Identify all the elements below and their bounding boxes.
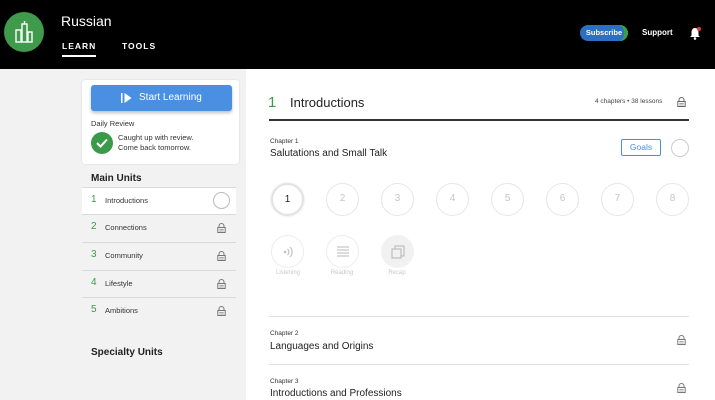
header-divider (269, 119, 689, 121)
lock-icon (217, 223, 226, 233)
nav-learn-tab[interactable]: LEARN (62, 41, 97, 57)
nav-tools-tab[interactable]: TOOLS (122, 41, 156, 51)
unit-number: 2 (91, 221, 97, 232)
unit-number: 5 (91, 304, 97, 315)
reading-activity-button[interactable] (326, 235, 359, 268)
lesson-button[interactable]: 6 (546, 183, 579, 216)
unit-number-large: 1 (268, 94, 277, 111)
review-status-text: Caught up with review. (118, 133, 194, 142)
recap-activity-button[interactable] (381, 235, 414, 268)
unit-label: Lifestyle (105, 279, 133, 288)
lesson-button[interactable]: 1 (271, 183, 304, 216)
unit-label: Ambitions (105, 306, 138, 315)
specialty-units-heading: Specialty Units (91, 347, 163, 358)
lock-icon (677, 335, 686, 345)
unit-item-connections[interactable]: 2 Connections (82, 214, 236, 241)
lock-icon (217, 279, 226, 289)
lock-icon (677, 97, 686, 107)
lesson-button[interactable]: 3 (381, 183, 414, 216)
app-title: Russian (61, 13, 112, 29)
unit-item-community[interactable]: 3 Community (82, 242, 236, 269)
support-link[interactable]: Support (642, 28, 673, 37)
unit-number: 4 (91, 277, 97, 288)
unit-item-ambitions[interactable]: 5 Ambitions (82, 297, 236, 324)
unit-number: 1 (91, 194, 97, 205)
lock-icon (217, 306, 226, 316)
chapter-title[interactable]: Salutations and Small Talk (270, 148, 387, 159)
lesson-button[interactable]: 4 (436, 183, 469, 216)
lesson-button[interactable]: 5 (491, 183, 524, 216)
unit-title: Introductions (290, 95, 365, 110)
lock-icon (677, 383, 686, 393)
unit-number: 3 (91, 249, 97, 260)
main-units-heading: Main Units (91, 173, 142, 184)
review-status-subtext: Come back tomorrow. (118, 143, 191, 152)
lesson-button[interactable]: 7 (601, 183, 634, 216)
recap-cards-icon (391, 245, 405, 259)
start-learning-button[interactable]: Start Learning (91, 85, 232, 111)
chapter-kicker: Chapter 2 (270, 330, 299, 337)
unit-item-introductions[interactable]: 1 Introductions (82, 187, 236, 214)
play-icon (121, 93, 132, 103)
unit-meta: 4 chapters • 38 lessons (595, 98, 663, 105)
chapter-progress-circle-icon (671, 139, 689, 157)
activity-label: Reading (330, 270, 354, 276)
activity-label: Recap (388, 270, 406, 276)
goals-button[interactable]: Goals (621, 139, 661, 156)
unit-label: Community (105, 251, 143, 260)
subscribe-button[interactable]: Subscribe (580, 25, 628, 41)
chapter-title[interactable]: Languages and Origins (270, 341, 373, 352)
listening-activity-button[interactable] (271, 235, 304, 268)
city-icon (15, 21, 33, 43)
unit-item-lifestyle[interactable]: 4 Lifestyle (82, 270, 236, 297)
daily-review-heading: Daily Review (91, 119, 135, 128)
app-logo[interactable] (4, 12, 44, 52)
start-learning-label: Start Learning (139, 92, 202, 103)
chapter-kicker: Chapter 1 (270, 138, 299, 145)
activity-label: Listening (275, 270, 301, 276)
review-complete-badge (91, 132, 113, 154)
chapter-kicker: Chapter 3 (270, 378, 299, 385)
unit-label: Connections (105, 223, 147, 232)
chapter-title[interactable]: Introductions and Professions (270, 388, 402, 399)
lock-icon (217, 251, 226, 261)
reading-icon (337, 246, 349, 257)
chapter-divider (269, 364, 689, 365)
notification-dot (697, 27, 701, 31)
lesson-button[interactable]: 2 (326, 183, 359, 216)
progress-circle-icon (213, 192, 230, 209)
checkmark-icon (96, 138, 108, 148)
lesson-button[interactable]: 8 (656, 183, 689, 216)
unit-label: Introductions (105, 196, 148, 205)
listening-icon (283, 246, 293, 258)
chapter-divider (269, 316, 689, 317)
